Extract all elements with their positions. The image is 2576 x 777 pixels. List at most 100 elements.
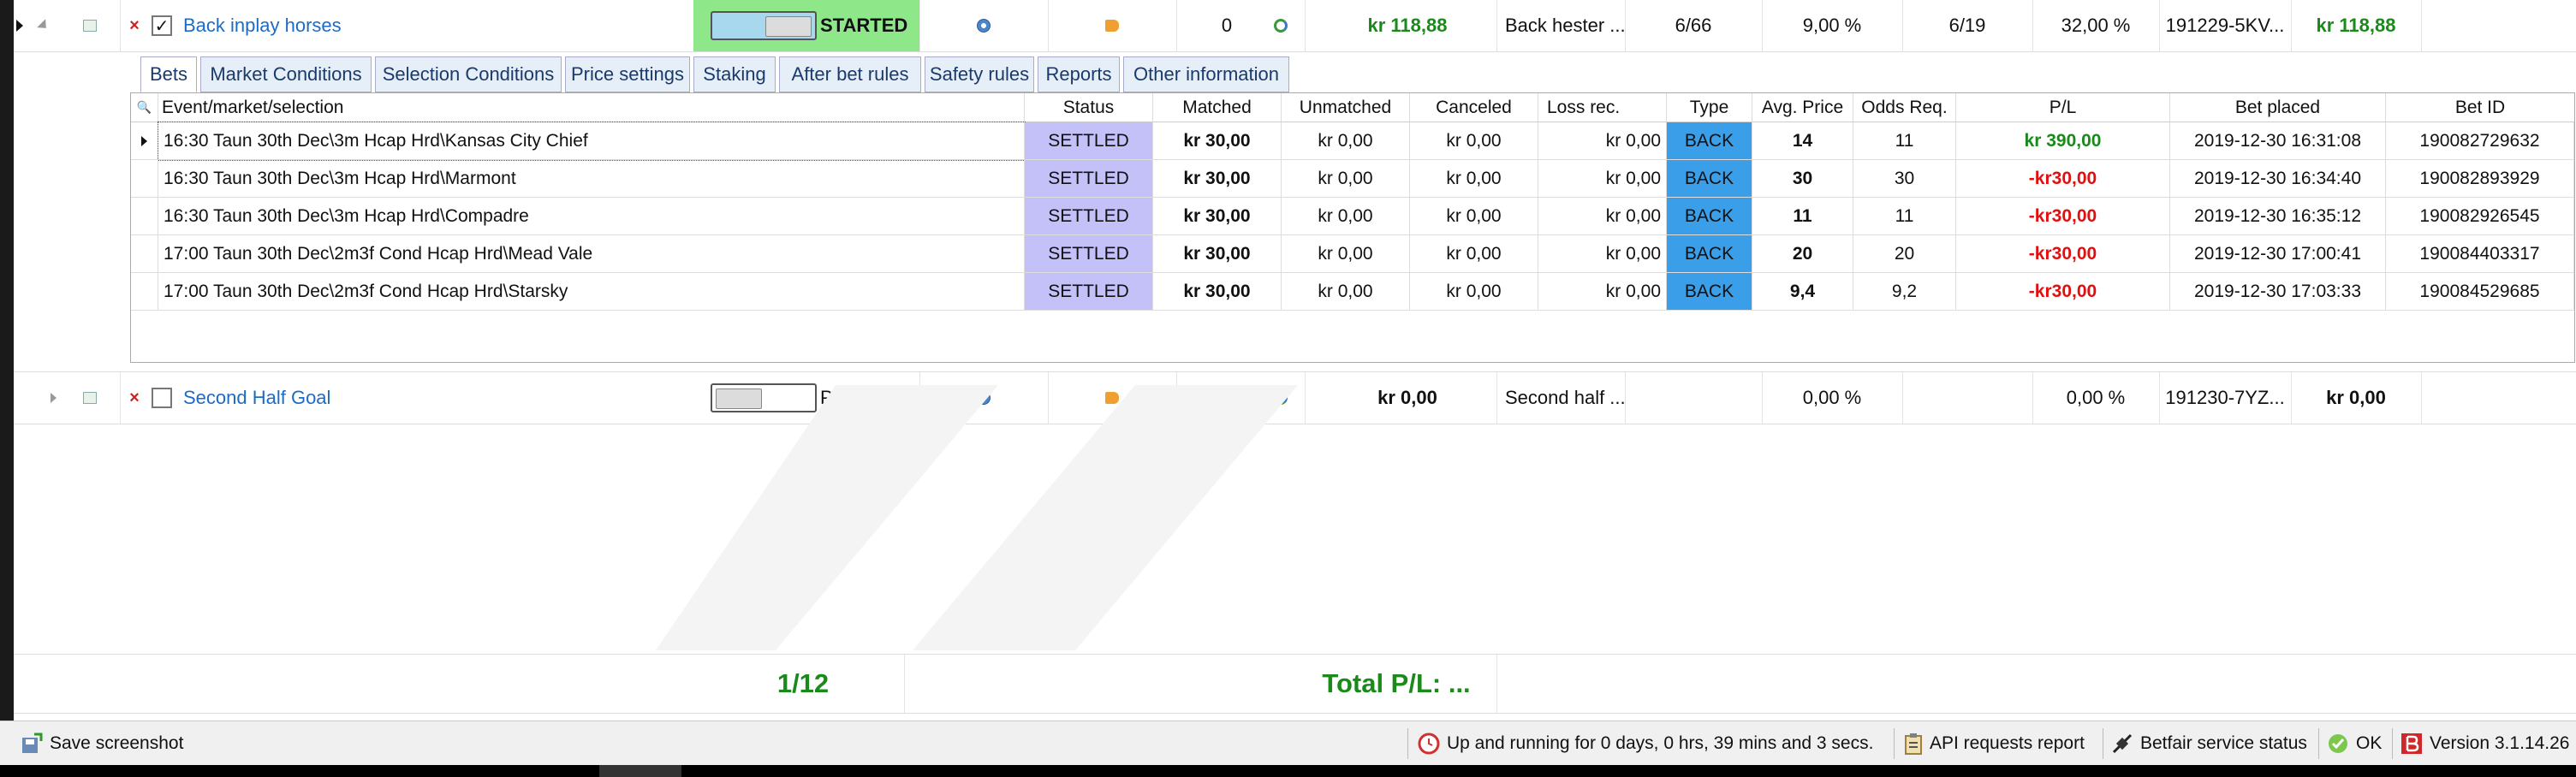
col-avg-price[interactable]: Avg. Price bbox=[1752, 93, 1853, 122]
total-pl: Total P/L: ... bbox=[1322, 668, 1471, 698]
cell-betid: 190084529685 bbox=[2386, 273, 2574, 311]
status-toggle-cell[interactable]: STARTED bbox=[693, 0, 919, 51]
row-indicator bbox=[131, 235, 158, 273]
bet-row[interactable]: 17:00 Taun 30th Dec\2m3f Cond Hcap Hrd\M… bbox=[131, 235, 2574, 273]
chart-icon bbox=[83, 392, 97, 404]
tab-safety-rules[interactable]: Safety rules bbox=[925, 56, 1034, 92]
api-requests-button[interactable]: API requests report bbox=[1904, 721, 2085, 766]
chart-button[interactable] bbox=[79, 0, 101, 51]
cell-betid: 190084403317 bbox=[2386, 235, 2574, 273]
delete-button[interactable]: × bbox=[122, 0, 147, 51]
cell-status: SETTLED bbox=[1025, 235, 1153, 273]
cell-canceled: kr 0,00 bbox=[1410, 235, 1538, 273]
tag-button[interactable] bbox=[1048, 0, 1176, 51]
ok-label: OK bbox=[2356, 733, 2383, 753]
cell-type: BACK bbox=[1667, 160, 1752, 198]
app-window: × ✓ Back inplay horses STARTED 0 kr 118,… bbox=[0, 0, 2576, 777]
clipboard-icon bbox=[1905, 733, 1922, 755]
toggle-knob[interactable] bbox=[765, 16, 812, 37]
bet-row[interactable]: 17:00 Taun 30th Dec\2m3f Cond Hcap Hrd\S… bbox=[131, 273, 2574, 311]
app-logo-icon bbox=[2401, 733, 2422, 754]
cell-canceled: kr 0,00 bbox=[1410, 122, 1538, 160]
col-bet-placed[interactable]: Bet placed bbox=[2170, 93, 2386, 122]
cell-pl: -kr30,00 bbox=[1956, 235, 2170, 273]
tab-selection-conditions[interactable]: Selection Conditions bbox=[375, 56, 562, 92]
plug-icon bbox=[2112, 733, 2133, 754]
betfair-status-label: Betfair service status bbox=[2140, 733, 2307, 753]
checkbox-icon: ✓ bbox=[152, 15, 172, 36]
api-requests-label: API requests report bbox=[1930, 733, 2085, 753]
row-expand-caret[interactable] bbox=[14, 0, 26, 51]
col-bet-id[interactable]: Bet ID bbox=[2386, 93, 2574, 122]
cell-event: 16:30 Taun 30th Dec\3m Hcap Hrd\Marmont bbox=[158, 160, 1025, 198]
refresh-button[interactable] bbox=[1264, 0, 1298, 51]
uptime-text: Up and running for 0 days, 0 hrs, 39 min… bbox=[1447, 733, 1874, 753]
betfair-status-button[interactable]: Betfair service status bbox=[2111, 721, 2307, 766]
cell-matched: kr 30,00 bbox=[1153, 235, 1282, 273]
strategy-row-1[interactable]: × ✓ Back inplay horses STARTED 0 kr 118,… bbox=[14, 0, 2576, 52]
cell-pl: -kr30,00 bbox=[1956, 273, 2170, 311]
col-status[interactable]: Status bbox=[1025, 93, 1153, 122]
tab-bets[interactable]: Bets bbox=[140, 56, 197, 92]
bet-row[interactable]: 16:30 Taun 30th Dec\3m Hcap Hrd\Compadre… bbox=[131, 198, 2574, 235]
strategy-title: Back inplay horses bbox=[183, 15, 342, 36]
col-loss-rec[interactable]: Loss rec. bbox=[1538, 93, 1667, 122]
row-indicator bbox=[131, 122, 158, 160]
tab-other-information[interactable]: Other information bbox=[1123, 56, 1289, 92]
cell-avg: 14 bbox=[1752, 122, 1853, 160]
active-checkbox[interactable]: ✓ bbox=[149, 0, 175, 51]
bet-row[interactable]: 16:30 Taun 30th Dec\3m Hcap Hrd\Marmont S… bbox=[131, 160, 2574, 198]
cell-pl: -kr30,00 bbox=[1956, 198, 2170, 235]
col-type[interactable]: Type bbox=[1667, 93, 1752, 122]
divider bbox=[1496, 372, 1497, 424]
tab-reports[interactable]: Reports bbox=[1038, 56, 1120, 92]
cell-loss: kr 0,00 bbox=[1538, 122, 1667, 160]
collapse-toggle[interactable] bbox=[33, 0, 55, 51]
bet-row[interactable]: 16:30 Taun 30th Dec\3m Hcap Hrd\Kansas C… bbox=[131, 122, 2574, 161]
cell-status: SETTLED bbox=[1025, 273, 1153, 311]
stat-pct-1: 0,00 % bbox=[1802, 387, 1862, 408]
tab-staking[interactable]: Staking bbox=[693, 56, 776, 92]
save-screenshot-button[interactable]: Save screenshot bbox=[21, 721, 183, 766]
stat-pct-2: 0,00 % bbox=[2066, 387, 2126, 408]
divider bbox=[1625, 372, 1626, 424]
delete-button[interactable]: × bbox=[122, 372, 147, 424]
status-label: STARTED bbox=[820, 15, 908, 36]
col-event[interactable]: Event/market/selection bbox=[158, 93, 1025, 122]
divider bbox=[1496, 0, 1497, 51]
col-matched[interactable]: Matched bbox=[1153, 93, 1282, 122]
tab-price-settings[interactable]: Price settings bbox=[565, 56, 690, 92]
cell-type: BACK bbox=[1667, 198, 1752, 235]
cell-canceled: kr 0,00 bbox=[1410, 198, 1538, 235]
col-unmatched[interactable]: Unmatched bbox=[1282, 93, 1410, 122]
stat-pct-2: 32,00 % bbox=[2061, 15, 2131, 36]
strategy-description: Back hester ... bbox=[1505, 15, 1625, 36]
cell-odds: 20 bbox=[1853, 235, 1956, 273]
refresh-icon bbox=[1274, 19, 1288, 33]
row-indicator bbox=[131, 160, 158, 198]
cell-betid: 190082926545 bbox=[2386, 198, 2574, 235]
cell-unmatched: kr 0,00 bbox=[1282, 273, 1410, 311]
left-gutter bbox=[0, 0, 14, 721]
cell-placed: 2019-12-30 16:35:12 bbox=[2170, 198, 2386, 235]
col-canceled[interactable]: Canceled bbox=[1410, 93, 1538, 122]
delete-x-icon: × bbox=[129, 388, 140, 407]
cell-loss: kr 0,00 bbox=[1538, 160, 1667, 198]
col-pl[interactable]: P/L bbox=[1956, 93, 2170, 122]
tab-after-bet-rules[interactable]: After bet rules bbox=[779, 56, 921, 92]
cell-avg: 20 bbox=[1752, 235, 1853, 273]
search-icon: 🔍 bbox=[136, 100, 152, 114]
row-expand-caret[interactable] bbox=[45, 372, 62, 424]
chart-button[interactable] bbox=[79, 372, 101, 424]
settings-button[interactable] bbox=[919, 0, 1048, 51]
active-checkbox[interactable] bbox=[149, 372, 175, 424]
stat-pct-1: 9,00 % bbox=[1802, 15, 1862, 36]
tab-market-conditions[interactable]: Market Conditions bbox=[200, 56, 372, 92]
grid-search[interactable]: 🔍 bbox=[131, 93, 158, 122]
ok-check-icon bbox=[2329, 734, 2347, 753]
col-odds-req[interactable]: Odds Req. bbox=[1853, 93, 1956, 122]
cell-loss: kr 0,00 bbox=[1538, 198, 1667, 235]
status-toggle[interactable] bbox=[711, 11, 817, 40]
cell-odds: 9,2 bbox=[1853, 273, 1956, 311]
cell-matched: kr 30,00 bbox=[1153, 122, 1282, 160]
